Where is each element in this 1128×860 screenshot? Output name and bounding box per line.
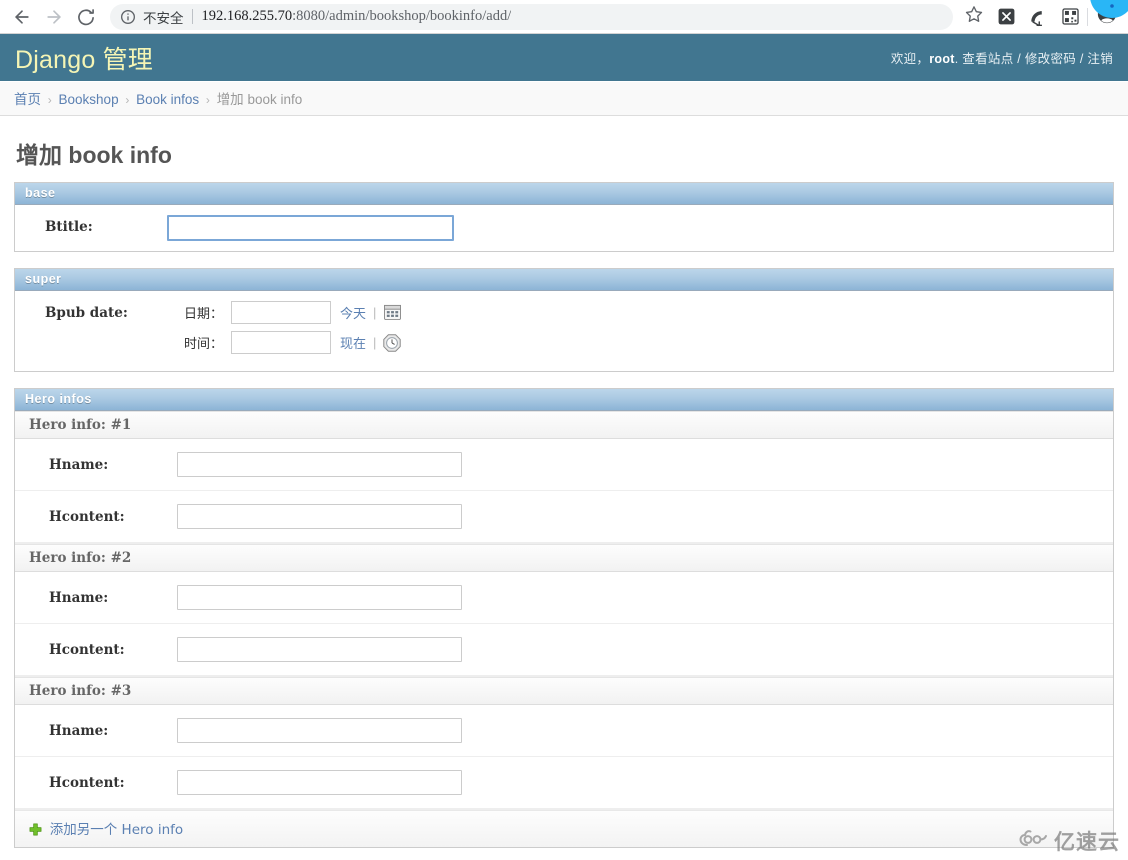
info-circle-icon[interactable] bbox=[120, 9, 136, 25]
time-input[interactable] bbox=[231, 331, 331, 354]
user-tools-separator-1: / bbox=[1017, 52, 1022, 66]
welcome-text: 欢迎， bbox=[890, 52, 930, 66]
time-pipe: | bbox=[373, 335, 377, 350]
form-row-bpub-date: Bpub date: 日期： 今天 | 时间： 现在 | bbox=[15, 291, 1113, 371]
inline-row-hname-3: Hname: bbox=[15, 705, 1113, 757]
hname-input-1[interactable] bbox=[177, 452, 462, 477]
breadcrumb-separator-3: › bbox=[205, 93, 210, 107]
forward-button[interactable] bbox=[38, 2, 70, 32]
breadcrumb-bookshop[interactable]: Bookshop bbox=[59, 92, 119, 107]
view-site-link[interactable]: 查看站点 bbox=[962, 52, 1013, 66]
add-another-hero-info-link[interactable]: 添加另一个 Hero info bbox=[50, 822, 183, 838]
bookmark-star-icon bbox=[965, 5, 983, 28]
profile-avatar-icon bbox=[1096, 3, 1118, 30]
reload-icon bbox=[76, 7, 96, 27]
username-period: . bbox=[954, 52, 959, 66]
inline-row-hcontent-2: Hcontent: bbox=[15, 624, 1113, 676]
change-password-link[interactable]: 修改密码 bbox=[1025, 52, 1076, 66]
inline-row-hcontent-3: Hcontent: bbox=[15, 757, 1113, 809]
omnibox-divider bbox=[191, 9, 193, 24]
clock-icon[interactable] bbox=[383, 333, 402, 352]
back-arrow-icon bbox=[12, 7, 32, 27]
btitle-label: Btitle: bbox=[45, 219, 93, 235]
browser-toolbar: 不安全 192.168.255.70:8080/admin/bookshop/b… bbox=[0, 0, 1128, 34]
user-tools: 欢迎，root. 查看站点 / 修改密码 / 注销 bbox=[891, 48, 1113, 67]
inline-item-1: Hero info: #1 Hname: Hcontent: bbox=[15, 411, 1113, 544]
security-status-label: 不安全 bbox=[143, 10, 184, 26]
username-label: root bbox=[929, 52, 955, 66]
hname-input-2[interactable] bbox=[177, 585, 462, 610]
forward-arrow-icon bbox=[44, 7, 64, 27]
inline-heading-2: Hero info: #2 bbox=[15, 544, 1113, 572]
hname-label-2: Hname: bbox=[49, 589, 109, 606]
inline-row-hname-2: Hname: bbox=[15, 572, 1113, 624]
hname-input-3[interactable] bbox=[177, 718, 462, 743]
inline-group-hero-infos: Hero infos Hero info: #1 Hname: Hcontent… bbox=[14, 388, 1114, 848]
page-title: 增加 book info bbox=[16, 142, 172, 168]
url-text: 192.168.255.70:8080/admin/bookshop/booki… bbox=[202, 8, 512, 25]
hname-label-1: Hname: bbox=[49, 456, 109, 473]
add-another-row: 添加另一个 Hero info bbox=[15, 810, 1113, 847]
breadcrumb: 首页 › Bookshop › Book infos › 增加 book inf… bbox=[0, 81, 1128, 116]
inline-item-2: Hero info: #2 Hname: Hcontent: bbox=[15, 544, 1113, 677]
time-row: 时间： 现在 | bbox=[167, 331, 402, 354]
calendar-icon[interactable] bbox=[383, 304, 401, 322]
url-host: 192.168.255.70 bbox=[201, 8, 293, 24]
breadcrumb-current: 增加 book info bbox=[216, 92, 303, 107]
hcontent-input-1[interactable] bbox=[177, 504, 462, 529]
bpub-date-label: Bpub date: bbox=[45, 305, 128, 321]
hcontent-input-3[interactable] bbox=[177, 770, 462, 795]
inline-heading-3: Hero info: #3 bbox=[15, 677, 1113, 705]
plus-icon bbox=[29, 823, 42, 839]
profile-button[interactable] bbox=[1092, 4, 1122, 30]
fieldset-base-legend: base bbox=[15, 183, 1113, 205]
fieldset-super-legend: super bbox=[15, 269, 1113, 291]
inline-group-legend: Hero infos bbox=[15, 389, 1113, 411]
fieldset-base: base Btitle: bbox=[14, 182, 1114, 252]
inline-row-hname-1: Hname: bbox=[15, 439, 1113, 491]
inline-heading-1: Hero info: #1 bbox=[15, 411, 1113, 439]
qr-code-icon[interactable] bbox=[1057, 4, 1083, 30]
now-link[interactable]: 现在 bbox=[340, 333, 366, 352]
admin-content: 增加 book info base Btitle: super Bpub dat… bbox=[0, 116, 1128, 860]
django-admin-page: Django 管理 欢迎，root. 查看站点 / 修改密码 / 注销 首页 ›… bbox=[0, 34, 1128, 860]
site-title[interactable]: Django 管理 bbox=[15, 40, 153, 76]
btitle-input[interactable] bbox=[167, 215, 454, 241]
hcontent-label-2: Hcontent: bbox=[49, 641, 125, 658]
admin-header: Django 管理 欢迎，root. 查看站点 / 修改密码 / 注销 bbox=[0, 34, 1128, 81]
extension-icons bbox=[993, 4, 1083, 30]
hcontent-label-3: Hcontent: bbox=[49, 774, 125, 791]
inline-row-hcontent-1: Hcontent: bbox=[15, 491, 1113, 543]
reload-button[interactable] bbox=[70, 2, 102, 32]
datetime-widget: 日期： 今天 | 时间： 现在 | bbox=[167, 301, 402, 361]
fieldset-super: super Bpub date: 日期： 今天 | 时间： 现在 | bbox=[14, 268, 1114, 372]
breadcrumb-separator-1: › bbox=[47, 93, 52, 107]
bookmark-button[interactable] bbox=[959, 4, 989, 30]
breadcrumb-book-infos[interactable]: Book infos bbox=[136, 92, 199, 107]
hname-label-3: Hname: bbox=[49, 722, 109, 739]
x-extension-icon[interactable] bbox=[993, 4, 1019, 30]
address-bar[interactable]: 不安全 192.168.255.70:8080/admin/bookshop/b… bbox=[110, 3, 953, 30]
hcontent-label-1: Hcontent: bbox=[49, 508, 125, 525]
date-input[interactable] bbox=[231, 301, 331, 324]
today-link[interactable]: 今天 bbox=[340, 303, 366, 322]
logout-link[interactable]: 注销 bbox=[1087, 52, 1113, 66]
back-button[interactable] bbox=[6, 2, 38, 32]
toolbar-divider bbox=[1087, 7, 1088, 26]
breadcrumb-separator-2: › bbox=[125, 93, 130, 107]
date-label: 日期： bbox=[183, 307, 223, 322]
form-row-btitle: Btitle: bbox=[15, 205, 1113, 251]
date-pipe: | bbox=[373, 305, 377, 320]
url-path: :8080/admin/bookshop/bookinfo/add/ bbox=[292, 8, 512, 24]
hcontent-input-2[interactable] bbox=[177, 637, 462, 662]
date-row: 日期： 今天 | bbox=[167, 301, 401, 324]
breadcrumb-home[interactable]: 首页 bbox=[14, 92, 41, 107]
time-label: 时间： bbox=[183, 337, 223, 352]
satellite-dish-icon[interactable] bbox=[1025, 4, 1051, 30]
inline-item-3: Hero info: #3 Hname: Hcontent: bbox=[15, 677, 1113, 810]
user-tools-separator-2: / bbox=[1079, 52, 1084, 66]
